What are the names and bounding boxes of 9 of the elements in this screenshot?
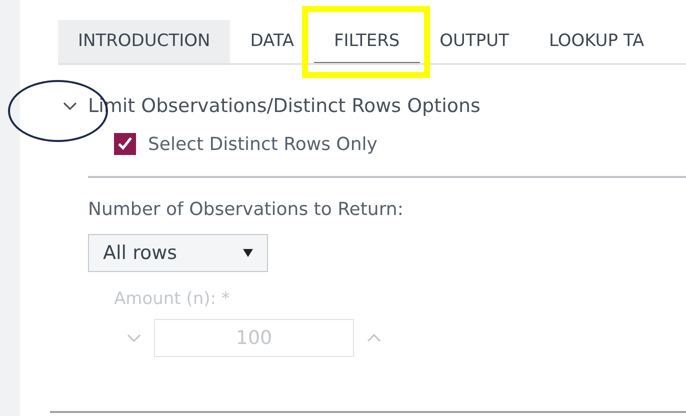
tab[interactable]: OUTPUT xyxy=(420,20,529,63)
tab[interactable]: FILTERS xyxy=(314,20,420,63)
dropdown[interactable]: All rows xyxy=(88,234,268,272)
field-label: Number of Observations to Return: xyxy=(88,199,404,220)
tab[interactable]: DATA xyxy=(230,20,314,63)
checkbox-label: Select Distinct Rows Only xyxy=(148,134,378,154)
field-label: Amount (n): * xyxy=(114,289,231,309)
tab[interactable]: LOOKUP TA xyxy=(528,20,664,63)
tab[interactable]: INTRODUCTION xyxy=(58,20,230,63)
